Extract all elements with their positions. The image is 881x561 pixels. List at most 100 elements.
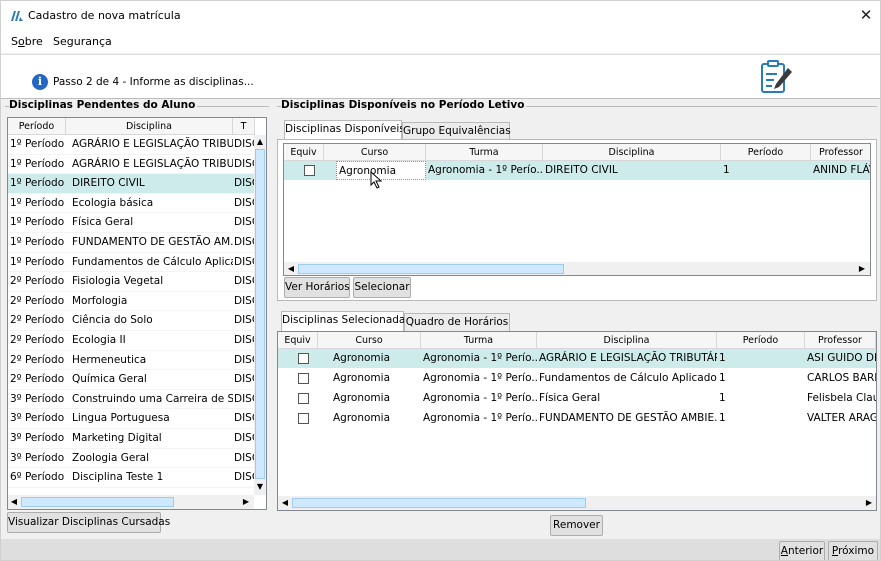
tab-disciplinas-disponiveis[interactable]: Disciplinas Disponíveis <box>284 120 405 140</box>
proximo-button[interactable]: Próximo <box>828 541 878 560</box>
table-row[interactable]: Agronomia Agronomia - 1º Perío... AGRÁRIO … <box>278 349 876 368</box>
table-row[interactable]: 3º Período Zoologia Geral DISC <box>8 449 254 469</box>
available-group-title: Disciplinas Disponíveis no Período Letiv… <box>281 99 527 111</box>
table-row[interactable]: Agronomia Agronomia - 1º Perío... FUNDAMEN… <box>278 409 876 428</box>
equiv-checkbox[interactable] <box>298 353 309 364</box>
col-header-curso[interactable]: Curso <box>318 332 421 349</box>
col-header-t[interactable]: T <box>233 118 255 135</box>
col-header-periodo[interactable]: Período <box>721 144 811 161</box>
col-header-disciplina[interactable]: Disciplina <box>543 144 721 161</box>
ver-horarios-button[interactable]: Ver Horários <box>284 277 350 298</box>
cell-disciplina: AGRÁRIO E LEGISLAÇÃO TRIBU... <box>72 157 233 170</box>
info-icon: i <box>32 74 48 90</box>
scroll-left-icon[interactable]: ◀ <box>285 263 297 275</box>
scroll-right-icon[interactable]: ▶ <box>856 263 868 275</box>
anterior-button[interactable]: Anterior <box>779 541 825 560</box>
cell-professor: Felisbela Clauc <box>807 392 876 404</box>
cell-periodo: 6º Período <box>10 471 65 484</box>
cell-t: DISC <box>234 392 254 405</box>
close-icon[interactable]: ✕ <box>853 4 879 26</box>
cell-disciplina: Hermeneutica <box>72 353 147 366</box>
col-header-professor[interactable]: Professor <box>811 144 870 161</box>
table-row[interactable]: 2º Período Química Geral DISC <box>8 370 254 390</box>
cell-disciplina: Física Geral <box>539 392 601 404</box>
cell-periodo: 2º Período <box>10 294 65 307</box>
cell-t: DISC <box>234 196 254 209</box>
cell-periodo: 1º Período <box>10 236 65 248</box>
app-logo-icon <box>11 11 23 21</box>
pending-vscroll-thumb[interactable] <box>255 149 265 479</box>
equiv-checkbox[interactable] <box>298 373 309 384</box>
cell-periodo: 3º Período <box>10 412 65 425</box>
cell-periodo: 1º Período <box>10 216 65 229</box>
table-row[interactable]: 1º Período Física Geral DISC <box>8 213 254 233</box>
col-header-equiv[interactable]: Equiv <box>284 144 324 161</box>
table-row[interactable]: 3º Período Lingua Portuguesa DISC <box>8 409 254 429</box>
table-row[interactable]: 2º Período Fisiologia Vegetal DISC <box>8 272 254 292</box>
equiv-checkbox[interactable] <box>298 393 309 404</box>
col-header-turma[interactable]: Turma <box>426 144 543 161</box>
remover-button[interactable]: Remover <box>550 515 603 536</box>
scroll-left-icon[interactable]: ◀ <box>8 496 20 508</box>
cell-t: DISC <box>234 236 254 248</box>
tab-quadro-horarios[interactable]: Quadro de Horários <box>404 313 510 331</box>
cell-disciplina: AGRÁRIO E LEGISLAÇÃO TRIBU... <box>72 138 233 150</box>
menu-sobre[interactable]: Sobre <box>11 35 43 48</box>
cell-periodo: 3º Período <box>10 432 65 444</box>
scroll-right-icon[interactable]: ▶ <box>240 496 252 508</box>
cell-periodo: 2º Período <box>10 353 65 366</box>
table-row[interactable]: Agronomia Agronomia - 1º Perío... Física G… <box>278 389 876 408</box>
scroll-left-icon[interactable]: ◀ <box>279 497 291 509</box>
cell-disciplina: Lingua Portuguesa <box>72 412 170 425</box>
cell-disciplina: FUNDAMENTO DE GESTÃO AMBIE... <box>539 412 717 424</box>
tab-grupo-equivalencias[interactable]: Grupo Equivalências <box>402 122 511 140</box>
cell-professor: VALTER ARAGÃ <box>807 412 876 424</box>
col-header-disciplina[interactable]: Disciplina <box>66 118 233 135</box>
table-row[interactable]: 1º Período Ecologia básica DISC <box>8 194 254 214</box>
table-row[interactable]: 3º Período Marketing Digital DISC <box>8 429 254 449</box>
cell-disciplina: Ciência do Solo <box>72 314 153 327</box>
equiv-checkbox[interactable] <box>298 413 309 424</box>
cell-curso: Agronomia <box>333 352 391 364</box>
tab-disciplinas-selecionadas[interactable]: Disciplinas Selecionadas <box>281 311 411 331</box>
cell-disciplina: Química Geral <box>72 373 147 386</box>
cell-disciplina: Física Geral <box>72 216 134 229</box>
cell-t: DISC <box>234 412 254 425</box>
col-header-professor[interactable]: Professor <box>805 332 876 349</box>
selecionar-button[interactable]: Selecionar <box>353 277 411 298</box>
main-window: Cadastro de nova matrícula ✕ Sobre Segur… <box>0 0 881 561</box>
col-header-periodo[interactable]: Período <box>8 118 66 135</box>
cell-t: DISC <box>234 471 254 484</box>
scroll-up-icon[interactable]: ▲ <box>254 136 266 148</box>
col-header-turma[interactable]: Turma <box>421 332 537 349</box>
table-row[interactable]: 1º Período Fundamentos de Cálculo Aplica.… <box>8 253 254 273</box>
scroll-down-icon[interactable]: ▼ <box>254 481 266 493</box>
table-row[interactable]: 2º Período Ecologia II DISC <box>8 331 254 351</box>
cell-turma: Agronomia - 1º Perío... <box>423 392 537 404</box>
selected-hscroll-thumb[interactable] <box>292 498 586 508</box>
table-row[interactable]: 1º Período AGRÁRIO E LEGISLAÇÃO TRIBU... D… <box>8 135 254 155</box>
table-row[interactable]: Agronomia Agronomia - 1º Perío... Fundamen… <box>278 369 876 388</box>
table-row[interactable]: 2º Período Hermeneutica DISC <box>8 351 254 371</box>
table-row[interactable]: 3º Período Construindo uma Carreira de S.… <box>8 390 254 410</box>
menu-seguranca[interactable]: Segurança <box>53 35 112 48</box>
table-row[interactable]: 1º Período DIREITO CIVIL DISC <box>8 174 254 194</box>
col-header-periodo[interactable]: Período <box>717 332 805 349</box>
table-row[interactable]: 2º Período Morfologia DISC <box>8 292 254 312</box>
table-row[interactable]: 2º Período Ciência do Solo DISC <box>8 311 254 331</box>
available-hscroll-thumb[interactable] <box>298 264 564 274</box>
cell-periodo: 1 <box>719 412 726 424</box>
equiv-checkbox[interactable] <box>304 165 315 176</box>
table-row[interactable]: 6º Período Disciplina Teste 1 DISC <box>8 468 254 488</box>
scroll-right-icon[interactable]: ▶ <box>863 497 875 509</box>
table-row[interactable]: 1º Período AGRÁRIO E LEGISLAÇÃO TRIBU... D… <box>8 155 254 175</box>
col-header-curso[interactable]: Curso <box>324 144 426 161</box>
view-courses-button[interactable]: Visualizar Disciplinas Cursadas <box>7 512 170 533</box>
cell-disciplina: DIREITO CIVIL <box>72 177 145 190</box>
cell-disciplina: AGRÁRIO E LEGISLAÇÃO TRIBUTÁRIA <box>539 352 717 364</box>
pending-hscroll-thumb[interactable] <box>21 497 174 507</box>
cell-disciplina: DIREITO CIVIL <box>545 164 618 176</box>
table-row[interactable]: 1º Período FUNDAMENTO DE GESTÃO AM...DISC <box>8 233 254 253</box>
col-header-disciplina[interactable]: Disciplina <box>537 332 717 349</box>
col-header-equiv[interactable]: Equiv <box>278 332 318 349</box>
